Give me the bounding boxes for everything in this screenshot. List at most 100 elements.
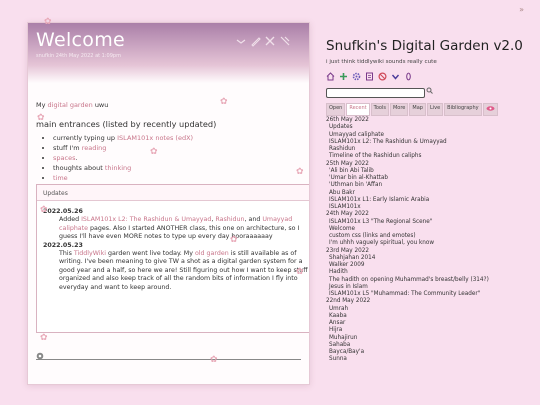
recent-entry-link[interactable]: Abu Bakr (326, 190, 538, 197)
new-journal-icon[interactable] (365, 72, 374, 82)
updates-box: Updates 2022.05.26 Added ISLAM101x L2: T… (36, 184, 309, 333)
tab-open[interactable]: Open (326, 103, 346, 116)
entrance-link[interactable]: reading (82, 144, 107, 152)
list-item: currently typing up ISLAM101x notes (edX… (53, 134, 301, 142)
update-date: 2022.05.23 (43, 241, 83, 249)
recent-entry-link[interactable]: I'm uhhh vaguely spiritual, you know (326, 240, 538, 247)
blossom-icon: ✿ (37, 113, 45, 123)
blossom-icon: ✿ (40, 205, 48, 215)
search-icon[interactable] (426, 87, 433, 96)
recent-entry-link[interactable]: Walker 2009 (326, 262, 538, 269)
tab-more[interactable]: More (389, 103, 409, 116)
intro-prefix: My (36, 101, 46, 109)
recent-entry-link[interactable]: ISLAM101x (326, 204, 538, 211)
tab-tools[interactable]: Tools (370, 103, 389, 116)
recent-entry-link[interactable]: Jesus in Islam (326, 284, 538, 291)
entrance-link[interactable]: spaces (53, 154, 75, 162)
recent-entry-link[interactable]: Sahaba (326, 342, 538, 349)
tiddler-body: My digital garden uwu main entrances (li… (36, 101, 301, 184)
blossom-icon: ✿ (230, 235, 238, 245)
page-controls (326, 72, 413, 82)
tab-map[interactable]: Map (409, 103, 426, 116)
blossom-icon: ✿ (210, 355, 218, 365)
tab-live[interactable]: Live (426, 103, 444, 116)
recent-entry-link[interactable]: Updates (326, 124, 538, 131)
recent-entry-link[interactable]: 'Ali bin Abi Talib (326, 168, 538, 175)
entrance-link[interactable]: thinking (105, 164, 131, 172)
update-link[interactable]: old garden (195, 250, 229, 257)
recent-entry-link[interactable]: Bayca/Bay'a (326, 349, 538, 356)
update-date: 2022.05.26 (43, 208, 83, 215)
home-icon[interactable] (326, 72, 335, 82)
blossom-icon: ✿ (150, 147, 158, 157)
collapse-icon[interactable] (235, 35, 247, 50)
link-digital-garden[interactable]: digital garden (48, 101, 93, 109)
recent-date-heading: 23rd May 2022 (326, 247, 369, 254)
blossom-icon: ✿ (40, 333, 48, 343)
recent-entry-link[interactable]: 'Umar bin al-Khattab (326, 175, 538, 182)
entrance-link[interactable]: time (53, 174, 68, 182)
tiddler-footer (36, 345, 301, 360)
recent-entry-link[interactable]: Shahjahan 2014 (326, 255, 538, 262)
recent-date-heading: 24th May 2022 (326, 211, 369, 218)
edit-icon[interactable] (250, 35, 262, 50)
updates-body: 2022.05.26 Added ISLAM101x L2: The Rashi… (37, 201, 309, 292)
info-icon[interactable] (404, 72, 413, 82)
recent-entry-link[interactable]: Sunna (326, 356, 538, 363)
site-title: Snufkin's Digital Garden v2.0 (326, 38, 523, 54)
update-link[interactable]: ISLAM101x L2: The Rashidun & Umayyad (81, 216, 211, 223)
update-link[interactable]: Rashidun (215, 216, 244, 223)
recent-entry-link[interactable]: Kaaba (326, 313, 538, 320)
recent-entry-link[interactable]: Ansar (326, 320, 538, 327)
plus-icon[interactable] (339, 72, 348, 82)
gear-icon[interactable] (352, 72, 361, 82)
close-others-icon[interactable] (279, 35, 291, 50)
entrance-text: currently typing up (53, 134, 116, 142)
entrances-heading: main entrances (listed by recently updat… (36, 119, 217, 129)
recent-entry-link[interactable]: The hadith on opening Muhammad's breast/… (326, 277, 538, 284)
update-text-part: pages. Also I started ANOTHER class, thi… (59, 224, 300, 241)
entrance-text: stuff I'm (53, 144, 80, 152)
recent-entry-link[interactable]: ISLAM101x L1: Early Islamic Arabia (326, 197, 538, 204)
stop-icon[interactable] (378, 72, 387, 82)
tab-bibliography[interactable]: Bibliography (444, 103, 482, 116)
tab-recent[interactable]: Recent (346, 103, 370, 116)
recent-list: 26th May 2022 Updates Umayyad caliphate ISL… (326, 117, 538, 364)
update-text: This TiddlyWiki garden went live today. … (43, 250, 309, 292)
recent-entry-link[interactable]: 'Uthman bin 'Affan (326, 182, 538, 189)
entrance-text: thoughts about (53, 164, 103, 172)
recent-entry-link[interactable]: Hijra (326, 327, 538, 334)
recent-entry-link[interactable]: Welcome (326, 226, 538, 233)
recent-entry-link[interactable]: Rashidun (326, 146, 538, 153)
recent-entry-link[interactable]: ISLAM101x L3 "The Regional Scene" (326, 219, 538, 226)
recent-entry-link[interactable]: ISLAM101x L5 "Muhammad: The Community Le… (326, 291, 538, 298)
entrance-link[interactable]: ISLAM101x notes (edX) (117, 134, 193, 142)
update-text-part: garden went live today. My (105, 250, 195, 258)
search-input[interactable] (326, 88, 425, 98)
recent-entry-link[interactable]: Muhajirun (326, 335, 538, 342)
blossom-icon: ✿ (296, 167, 304, 177)
chevron-icon[interactable] (391, 72, 400, 82)
recent-date-heading: 25th May 2022 (326, 160, 369, 167)
recent-entry-link[interactable]: ISLAM101x L2: The Rashidun & Umayyad (326, 139, 538, 146)
tag-icon[interactable] (36, 345, 44, 364)
recent-date-heading: 22nd May 2022 (326, 298, 371, 305)
recent-entry-link[interactable]: Timeline of the Rashidun caliphs (326, 153, 538, 160)
intro-suffix: uwu (94, 101, 109, 109)
update-text-part: This (59, 250, 74, 258)
update-link[interactable]: TiddlyWiki (74, 250, 106, 257)
blossom-icon: ✿ (44, 17, 52, 27)
close-icon[interactable] (264, 35, 276, 50)
recent-entry-link[interactable]: Umayyad caliphate (326, 132, 538, 139)
recent-entry-link[interactable]: Hadith (326, 269, 538, 276)
sidebar-tabs: Open Recent Tools More Map Live Bibliogr… (326, 103, 498, 116)
entrances-list: currently typing up ISLAM101x notes (edX… (36, 134, 301, 182)
recent-entry-link[interactable]: custom css (links and emotes) (326, 233, 538, 240)
intro-line: My digital garden uwu (36, 101, 301, 109)
updates-title[interactable]: Updates (37, 185, 309, 201)
tab-eye[interactable] (482, 103, 498, 116)
footer-divider (36, 359, 301, 360)
recent-entry-link[interactable]: Umrah (326, 306, 538, 313)
blossom-icon: ✿ (296, 267, 304, 277)
update-text-part: Added (59, 216, 82, 224)
